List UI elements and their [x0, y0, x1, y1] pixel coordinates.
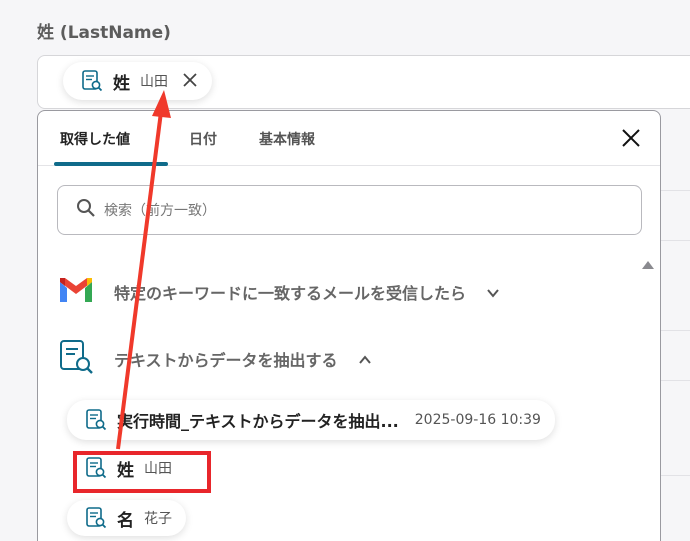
- highlight-box: [73, 451, 211, 493]
- chip-name: 実行時間_テキストからデータを抽出...: [117, 412, 399, 431]
- document-search-icon: [85, 507, 107, 529]
- close-icon[interactable]: [182, 71, 198, 91]
- scroll-up-arrow[interactable]: [642, 261, 654, 269]
- selected-value-chip[interactable]: 姓 山田: [63, 62, 212, 100]
- search-input[interactable]: 検索（前方一致）: [57, 185, 642, 235]
- chip-name: 姓: [113, 73, 130, 94]
- close-icon[interactable]: [620, 127, 642, 149]
- document-search-icon: [81, 70, 103, 92]
- active-tab-indicator: [54, 162, 168, 166]
- field-label: 姓 (LastName): [37, 23, 171, 43]
- chip-value: 2025-09-16 10:39: [414, 412, 541, 428]
- document-search-icon: [85, 409, 107, 431]
- search-icon: [76, 198, 96, 222]
- section-title: 特定のキーワードに一致するメールを受信したら: [114, 284, 467, 303]
- section-extract-text[interactable]: テキストからデータを抽出する: [58, 339, 372, 379]
- chip-value: 花子: [144, 511, 172, 527]
- tab-basic-info[interactable]: 基本情報: [259, 129, 315, 149]
- section-title: テキストからデータを抽出する: [114, 351, 338, 370]
- tab-acquired-values[interactable]: 取得した値: [60, 129, 130, 149]
- value-chip-execution-time[interactable]: 実行時間_テキストからデータを抽出... 2025-09-16 10:39: [67, 400, 555, 440]
- gmail-icon: [58, 276, 94, 308]
- section-gmail-trigger[interactable]: 特定のキーワードに一致するメールを受信したら: [58, 276, 500, 308]
- document-search-icon: [58, 339, 94, 379]
- chevron-up-icon: [358, 352, 372, 366]
- search-placeholder: 検索（前方一致）: [104, 203, 216, 219]
- tab-bar: 取得した値 日付 基本情報: [38, 111, 660, 166]
- chip-value: 山田: [140, 74, 168, 90]
- chip-name: 名: [117, 510, 134, 531]
- value-chip-firstname[interactable]: 名 花子: [67, 500, 186, 536]
- tab-date[interactable]: 日付: [189, 129, 217, 149]
- chevron-down-icon: [486, 285, 500, 299]
